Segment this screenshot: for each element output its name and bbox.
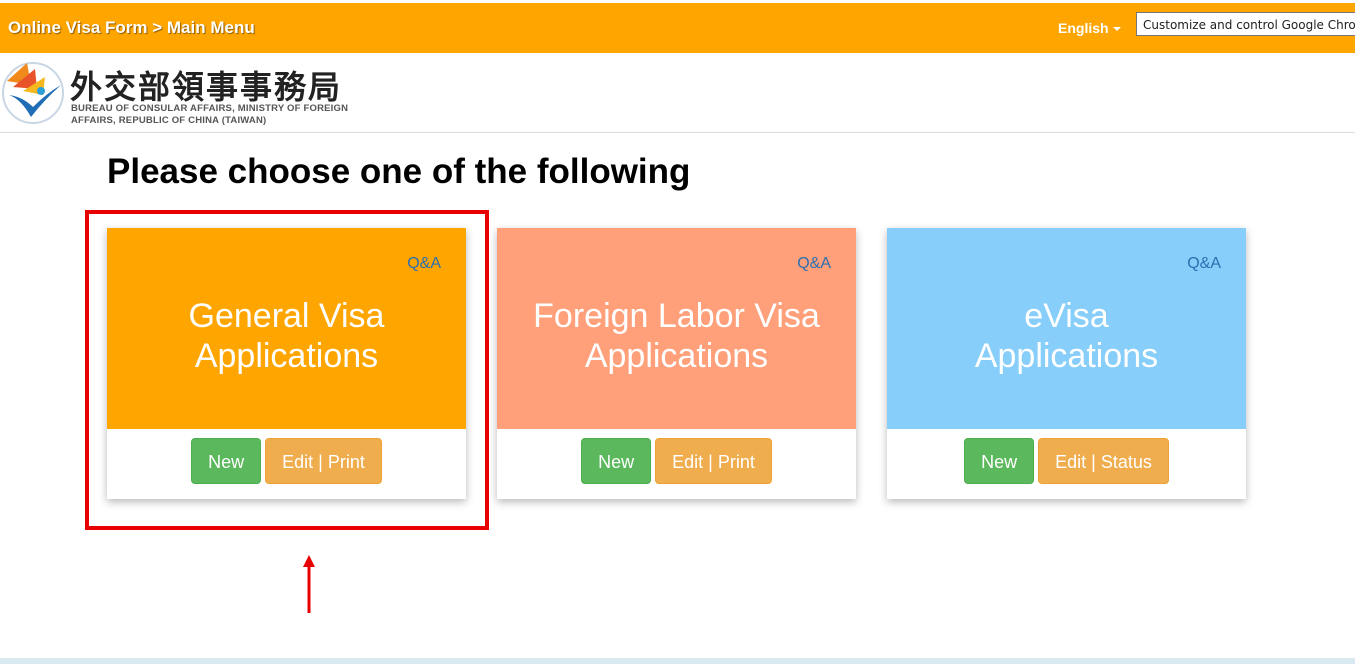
- card-general-visa: Q&A General Visa Applications New Edit |…: [107, 228, 466, 499]
- arrow-up-icon: [303, 555, 315, 613]
- footer-strip: [0, 658, 1355, 664]
- card-title-line2: Applications: [584, 337, 769, 375]
- card-banner: Q&A Foreign Labor Visa Applications: [497, 228, 856, 429]
- edit-print-button[interactable]: Edit | Print: [655, 438, 772, 484]
- bureau-logo-icon: [2, 62, 64, 124]
- new-button[interactable]: New: [581, 438, 652, 484]
- page-heading: Please choose one of the following: [107, 152, 691, 191]
- breadcrumb: Online Visa Form > Main Menu: [8, 18, 255, 37]
- card-title-line2: Applications: [194, 337, 379, 375]
- brand-name-chinese: 外交部領事事務局: [70, 68, 343, 106]
- card-title: Foreign Labor Visa Applications: [497, 296, 856, 376]
- qa-link[interactable]: Q&A: [797, 255, 831, 273]
- qa-link[interactable]: Q&A: [1187, 255, 1221, 273]
- card-banner: Q&A General Visa Applications: [107, 228, 466, 429]
- card-title-line1: eVisa: [1024, 297, 1109, 335]
- card-actions: New Edit | Print: [497, 438, 856, 484]
- card-title-line1: Foreign Labor Visa: [533, 297, 820, 335]
- card-title-line1: General Visa: [188, 297, 385, 335]
- edit-status-button[interactable]: Edit | Status: [1038, 438, 1169, 484]
- card-evisa: Q&A eVisa Applications New Edit | Status: [887, 228, 1246, 499]
- card-foreign-labor-visa: Q&A Foreign Labor Visa Applications New …: [497, 228, 856, 499]
- language-label: English: [1058, 20, 1109, 36]
- caret-down-icon: [1112, 27, 1121, 32]
- qa-link[interactable]: Q&A: [407, 255, 441, 273]
- edit-print-button[interactable]: Edit | Print: [265, 438, 382, 484]
- new-button[interactable]: New: [191, 438, 262, 484]
- card-banner: Q&A eVisa Applications: [887, 228, 1246, 429]
- top-bar: Online Visa Form > Main Menu English Cus…: [0, 3, 1355, 53]
- brand-bar: 外交部領事事務局 BUREAU OF CONSULAR AFFAIRS, MIN…: [0, 53, 1355, 133]
- card-title-line2: Applications: [974, 337, 1159, 375]
- language-dropdown[interactable]: English: [1058, 20, 1121, 36]
- card-actions: New Edit | Status: [887, 438, 1246, 484]
- brand-name-english: BUREAU OF CONSULAR AFFAIRS, MINISTRY OF …: [71, 103, 349, 126]
- card-title: General Visa Applications: [107, 296, 466, 376]
- chrome-tooltip: Customize and control Google Chrome: [1136, 12, 1355, 36]
- new-button[interactable]: New: [964, 438, 1035, 484]
- card-actions: New Edit | Print: [107, 438, 466, 484]
- card-title: eVisa Applications: [887, 296, 1246, 376]
